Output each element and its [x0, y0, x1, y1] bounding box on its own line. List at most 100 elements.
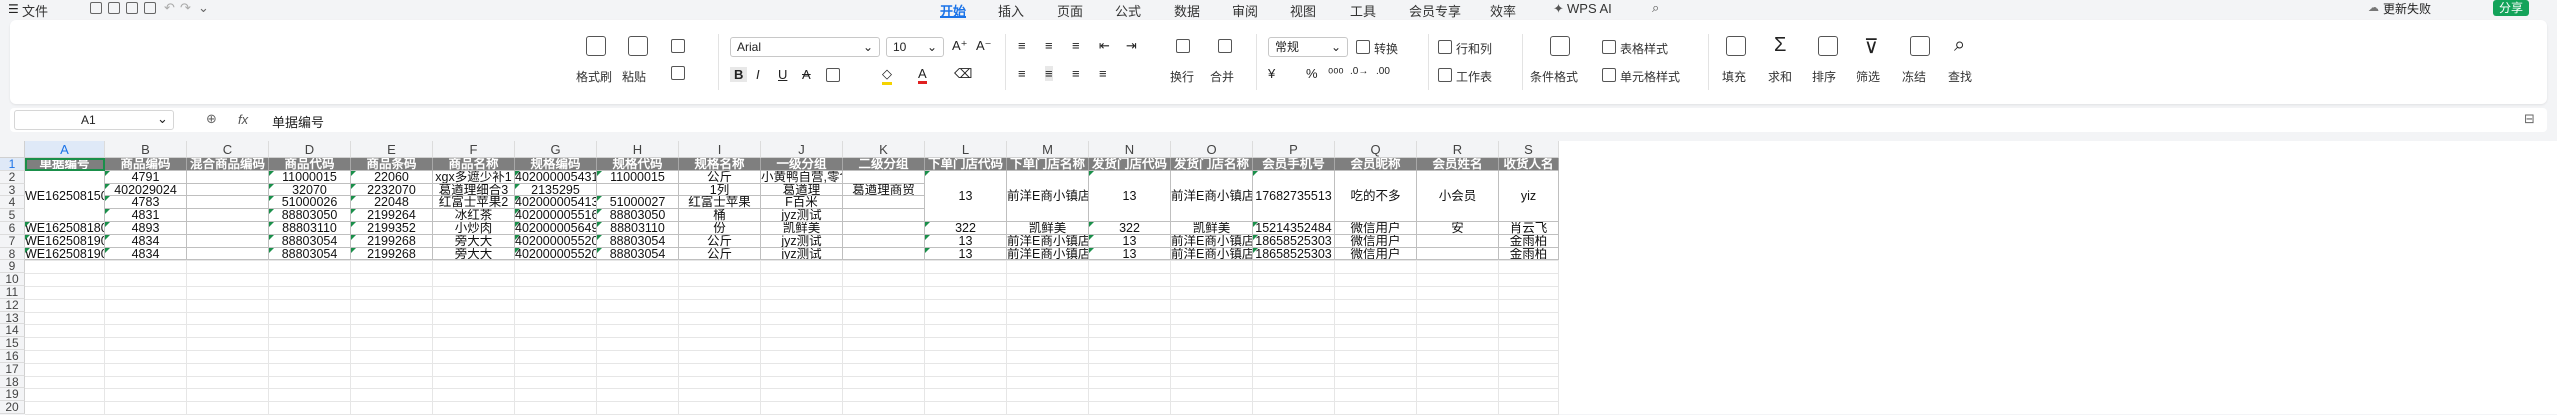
- table-cell[interactable]: 4791: [105, 170, 187, 184]
- tab-data[interactable]: 数据: [1174, 1, 1200, 20]
- table-cell[interactable]: [187, 247, 269, 261]
- merged-cell[interactable]: 小会员: [1417, 170, 1499, 222]
- column-header[interactable]: S: [1499, 141, 1559, 158]
- save-icon[interactable]: [90, 2, 102, 14]
- column-title-cell[interactable]: 发货门店代码: [1089, 158, 1171, 171]
- table-cell[interactable]: 2135295: [515, 183, 597, 197]
- align-middle-icon[interactable]: ≡: [1045, 38, 1053, 53]
- indent-decrease-icon[interactable]: ⇤: [1099, 38, 1110, 54]
- table-cell[interactable]: 4831: [105, 209, 187, 222]
- table-cell[interactable]: [843, 222, 925, 235]
- table-cell[interactable]: 2199264: [351, 209, 433, 222]
- table-cell[interactable]: 88803054: [269, 247, 351, 261]
- column-header[interactable]: P: [1253, 141, 1335, 158]
- spreadsheet-grid[interactable]: ABCDEFGHIJKLMNOPQRS 1 2 3 4 5 6 7 8 9 10 11 12 13 14 1…: [0, 141, 2557, 415]
- tab-member[interactable]: 会员专享: [1409, 1, 1461, 20]
- decrease-font-icon[interactable]: A⁻: [976, 38, 992, 54]
- table-cell[interactable]: 公斤: [679, 170, 761, 184]
- row-header[interactable]: 6: [0, 222, 25, 235]
- zoom-icon[interactable]: ⊕: [206, 111, 217, 127]
- justify-icon[interactable]: ≡: [1099, 66, 1107, 81]
- column-title-cell[interactable]: 下单门店代码: [925, 158, 1007, 171]
- column-header[interactable]: B: [105, 141, 187, 158]
- table-cell[interactable]: F百米: [761, 196, 843, 210]
- file-menu[interactable]: 文件: [22, 1, 48, 20]
- table-cell[interactable]: 51000027: [597, 196, 679, 210]
- tab-wps-ai[interactable]: WPS AI: [1567, 1, 1612, 16]
- table-cell[interactable]: 402000005520: [515, 234, 597, 248]
- tab-page[interactable]: 页面: [1057, 1, 1083, 20]
- align-left-icon[interactable]: ≡: [1018, 66, 1026, 81]
- table-cell[interactable]: 葛遒理细合3: [433, 183, 515, 197]
- table-cell[interactable]: [187, 209, 269, 222]
- table-cell[interactable]: 公斤: [679, 234, 761, 248]
- align-center-icon[interactable]: ≡: [1045, 66, 1053, 81]
- table-cell[interactable]: 旁大大: [433, 234, 515, 248]
- column-header[interactable]: H: [597, 141, 679, 158]
- column-header[interactable]: F: [433, 141, 515, 158]
- table-cell[interactable]: 小炒肉: [433, 222, 515, 235]
- fill-button[interactable]: 填充: [1722, 68, 1746, 85]
- table-cell[interactable]: 冰红茶: [433, 209, 515, 222]
- column-header[interactable]: R: [1417, 141, 1499, 158]
- indent-increase-icon[interactable]: ⇥: [1126, 38, 1137, 54]
- table-cell[interactable]: 13: [925, 234, 1007, 248]
- fx-icon[interactable]: fx: [238, 112, 248, 127]
- table-cell[interactable]: [843, 247, 925, 261]
- currency-icon[interactable]: ¥: [1268, 66, 1275, 81]
- find-button[interactable]: 查找: [1948, 68, 1972, 85]
- table-cell[interactable]: 微信用户: [1335, 234, 1417, 248]
- copy-icon[interactable]: [671, 66, 685, 80]
- tab-formula[interactable]: 公式: [1115, 1, 1141, 20]
- column-title-cell[interactable]: 单据编号: [25, 158, 105, 171]
- table-cell[interactable]: 小黄鸭自营,零食3: [761, 170, 843, 184]
- paste-button[interactable]: 粘贴: [622, 68, 646, 85]
- column-title-cell[interactable]: 混合商品编码: [187, 158, 269, 171]
- table-cell[interactable]: [187, 170, 269, 184]
- table-cell[interactable]: 2199268: [351, 247, 433, 261]
- table-cell[interactable]: jyz测试: [761, 247, 843, 261]
- print-icon[interactable]: [126, 2, 138, 14]
- table-cell[interactable]: 肖云飞: [1499, 222, 1559, 235]
- column-header[interactable]: I: [679, 141, 761, 158]
- undo-icon[interactable]: ↶: [164, 0, 175, 16]
- table-cell[interactable]: 402000005413: [515, 196, 597, 210]
- table-cell[interactable]: 13: [925, 247, 1007, 261]
- update-status[interactable]: 更新失败: [2383, 0, 2431, 17]
- table-cell[interactable]: [187, 222, 269, 235]
- table-cell[interactable]: [597, 183, 679, 197]
- merge-button[interactable]: 合并: [1210, 68, 1234, 85]
- table-cell[interactable]: 微信用户: [1335, 247, 1417, 261]
- merged-cell[interactable]: 13: [925, 170, 1007, 222]
- column-header[interactable]: N: [1089, 141, 1171, 158]
- column-title-cell[interactable]: 一级分组: [761, 158, 843, 171]
- search-icon[interactable]: ⌕: [1652, 0, 1659, 16]
- column-header[interactable]: A: [25, 141, 105, 158]
- table-cell[interactable]: 葛遒理: [761, 183, 843, 197]
- table-cell[interactable]: 13: [1089, 247, 1171, 261]
- table-cell[interactable]: 葛遒理商贸: [843, 183, 925, 197]
- table-cell[interactable]: 份: [679, 222, 761, 235]
- table-cell[interactable]: [843, 170, 925, 184]
- select-all-corner[interactable]: [0, 141, 25, 158]
- table-cell[interactable]: 402000005431: [515, 170, 597, 184]
- table-cell[interactable]: 凯鲜美: [1007, 222, 1089, 235]
- tab-view[interactable]: 视图: [1290, 1, 1316, 20]
- formula-input[interactable]: 单据编号: [272, 112, 324, 131]
- table-cell[interactable]: 前洋E商小镇店: [1007, 247, 1089, 261]
- table-cell[interactable]: 微信用户: [1335, 222, 1417, 235]
- column-title-cell[interactable]: 商品条码: [351, 158, 433, 171]
- table-cell[interactable]: 88803054: [597, 247, 679, 261]
- sum-button[interactable]: 求和: [1768, 68, 1792, 85]
- more-icon[interactable]: ⌄: [198, 0, 209, 16]
- table-cell[interactable]: WE16250819000002: [25, 234, 105, 248]
- row-header[interactable]: 11: [0, 286, 25, 299]
- column-title-cell[interactable]: 商品编码: [105, 158, 187, 171]
- percent-icon[interactable]: %: [1306, 66, 1318, 81]
- table-cell[interactable]: 金雨柏: [1499, 247, 1559, 261]
- table-cell[interactable]: jyz测试: [761, 234, 843, 248]
- column-header[interactable]: K: [843, 141, 925, 158]
- table-cell[interactable]: 18658525303: [1253, 234, 1335, 248]
- align-bottom-icon[interactable]: ≡: [1072, 38, 1080, 53]
- bold-icon[interactable]: B: [730, 67, 748, 82]
